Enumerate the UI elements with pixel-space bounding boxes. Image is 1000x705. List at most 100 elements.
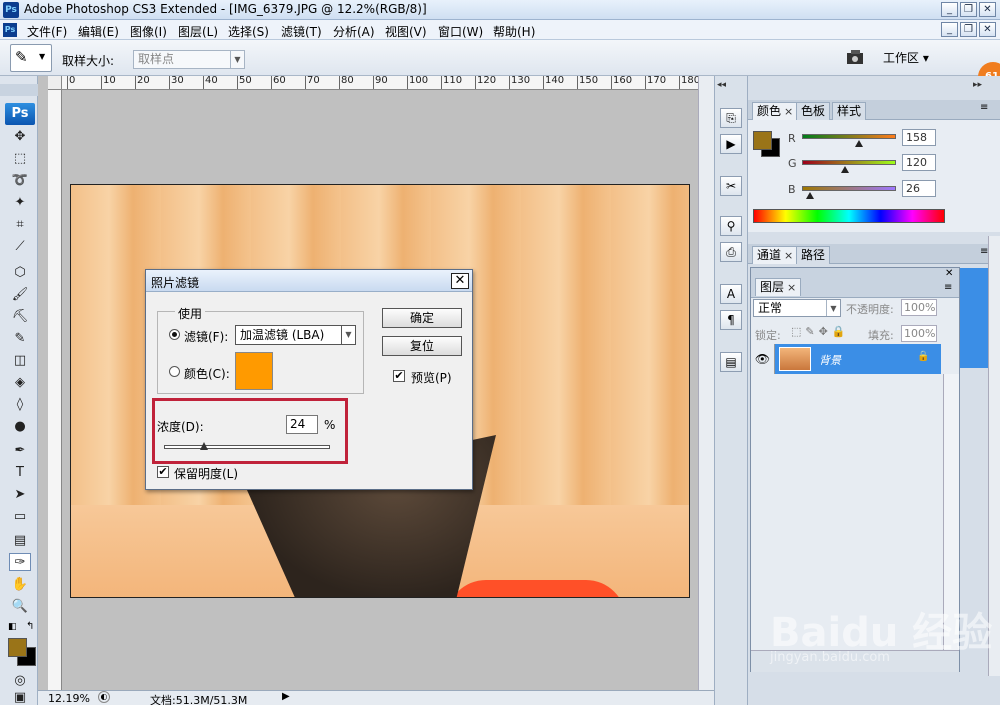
zoom-level[interactable]: 12.19% [48,692,90,705]
toolbox-grip[interactable] [0,84,38,96]
ruler-origin[interactable] [48,76,62,90]
slice-tool-icon[interactable]: ⟋ [9,238,31,256]
ok-button[interactable]: 确定 [382,308,462,328]
eyedropper-tool-icon[interactable]: ✑ [9,553,31,571]
reset-button[interactable]: 复位 [382,336,462,356]
layer-name[interactable]: 背景 [819,352,841,368]
sample-size-select[interactable]: 取样点 ▼ [133,50,245,69]
tool-presets-icon[interactable]: ✂ [720,176,742,196]
tab-layers[interactable]: 图层 × [755,278,802,296]
history-brush-icon[interactable]: ✎ [9,330,31,348]
layers-close-icon[interactable]: ✕ [945,268,953,279]
menu-window[interactable]: 窗口(W) [438,23,483,40]
menu-help[interactable]: 帮助(H) [493,23,535,40]
zoom-tool-icon[interactable]: 🔍 [9,598,31,616]
lasso-tool-icon[interactable]: ➰ [9,172,31,190]
tab-swatches[interactable]: 色板 [796,102,831,120]
preserve-luminosity-checkbox[interactable]: ✔ [157,466,169,478]
shape-tool-icon[interactable]: ▭ [9,508,31,526]
paragraph-icon[interactable]: ¶ [720,310,742,330]
brush-tool-icon[interactable]: 🖌 [9,286,31,304]
clone-source-icon[interactable]: ⎙ [720,242,742,262]
notes-tool-icon[interactable]: ▤ [9,532,31,550]
collapse-icon[interactable]: ◂◂ [717,80,726,90]
blue-slider[interactable] [802,186,896,191]
doc-close-icon[interactable]: ✕ [979,22,996,37]
menu-filter[interactable]: 滤镜(T) [281,23,322,40]
panel-menu-icon[interactable]: ≡ [980,102,988,113]
type-tool-icon[interactable]: T [9,464,31,482]
green-value[interactable]: 120 [902,154,936,171]
eye-icon[interactable]: 👁 [751,344,775,374]
doc-minimize-icon[interactable]: _ [941,22,958,37]
color-swatch[interactable] [235,352,273,390]
marquee-tool-icon[interactable]: ⬚ [9,150,31,168]
document-icon[interactable]: Ps [3,23,17,37]
info-icon[interactable]: ▤ [720,352,742,372]
fg-color-chip[interactable] [753,131,772,150]
green-slider-knob[interactable] [841,166,849,173]
foreground-color-swatch[interactable] [8,638,27,657]
dialog-close-icon[interactable]: ✕ [451,273,469,289]
preview-checkbox[interactable]: ✔ [393,370,405,382]
menu-analysis[interactable]: 分析(A) [333,23,375,40]
minimize-icon[interactable]: _ [941,2,958,17]
blur-tool-icon[interactable]: ◊ [9,396,31,414]
tab-paths[interactable]: 路径 [796,246,831,264]
close-icon[interactable]: ✕ [979,2,996,17]
fill-input[interactable]: 100% [901,325,937,342]
opacity-input[interactable]: 100% [901,299,937,316]
red-value[interactable]: 158 [902,129,936,146]
pen-tool-icon[interactable]: ✒ [9,442,31,460]
layer-row-background[interactable]: 👁 背景 🔒 [751,344,941,374]
bridge-icon[interactable] [845,47,867,67]
default-colors-icon[interactable]: ◧ [8,622,17,632]
dodge-tool-icon[interactable]: ● [9,418,31,436]
menu-select[interactable]: 选择(S) [228,23,269,40]
actions-panel-icon[interactable]: ▶ [720,134,742,154]
history-panel-icon[interactable]: ⎘ [720,108,742,128]
red-slider[interactable] [802,134,896,139]
healing-brush-icon[interactable]: ⬡ [9,264,31,282]
quick-mask-icon[interactable]: ◎ [9,672,31,690]
character-icon[interactable]: A [720,284,742,304]
status-arrow-icon[interactable]: ▶ [282,691,290,702]
filter-radio[interactable] [169,329,180,340]
eraser-tool-icon[interactable]: ◫ [9,352,31,370]
menu-layer[interactable]: 图层(L) [178,23,218,40]
brushes-icon[interactable]: ⚲ [720,216,742,236]
menu-file[interactable]: 文件(F) [27,23,67,40]
layers-panel-header[interactable]: 图层 × ✕ ≡ [751,268,959,298]
green-slider[interactable] [802,160,896,165]
filter-select[interactable]: 加温滤镜 (LBA) ▼ [235,325,356,345]
menu-image[interactable]: 图像(I) [130,23,167,40]
blue-value[interactable]: 26 [902,180,936,197]
expand-icon[interactable]: ▸▸ [973,80,982,90]
crop-tool-icon[interactable]: ⌗ [9,216,31,234]
status-menu-icon[interactable]: ◐ [98,691,110,703]
tool-preset-picker[interactable]: ✎ ▼ [10,44,52,72]
path-select-icon[interactable]: ➤ [9,486,31,504]
workspace-button[interactable]: 工作区 ▾ [883,49,929,66]
tab-color[interactable]: 颜色 × [752,102,799,120]
restore-icon[interactable]: ❐ [960,2,977,17]
color-spectrum-bar[interactable] [753,209,945,223]
blend-mode-select[interactable]: 正常 ▼ [753,299,841,317]
screen-mode-icon[interactable]: ▣ [9,691,31,704]
clone-stamp-icon[interactable]: ⛏ [9,308,31,326]
channel-thumbnails[interactable] [960,268,988,368]
menu-edit[interactable]: 编辑(E) [78,23,119,40]
layers-menu-icon[interactable]: ≡ [944,282,952,293]
blue-slider-knob[interactable] [806,192,814,199]
red-slider-knob[interactable] [855,140,863,147]
doc-restore-icon[interactable]: ❐ [960,22,977,37]
move-tool-icon[interactable]: ✥ [9,128,31,146]
tab-channels[interactable]: 通道 × [752,246,799,264]
paint-bucket-icon[interactable]: ◈ [9,374,31,392]
hand-tool-icon[interactable]: ✋ [9,576,31,594]
magic-wand-icon[interactable]: ✦ [9,194,31,212]
color-radio[interactable] [169,366,180,377]
swap-colors-icon[interactable]: ↰ [26,621,34,632]
menu-view[interactable]: 视图(V) [385,23,427,40]
vertical-scrollbar[interactable] [698,76,714,690]
